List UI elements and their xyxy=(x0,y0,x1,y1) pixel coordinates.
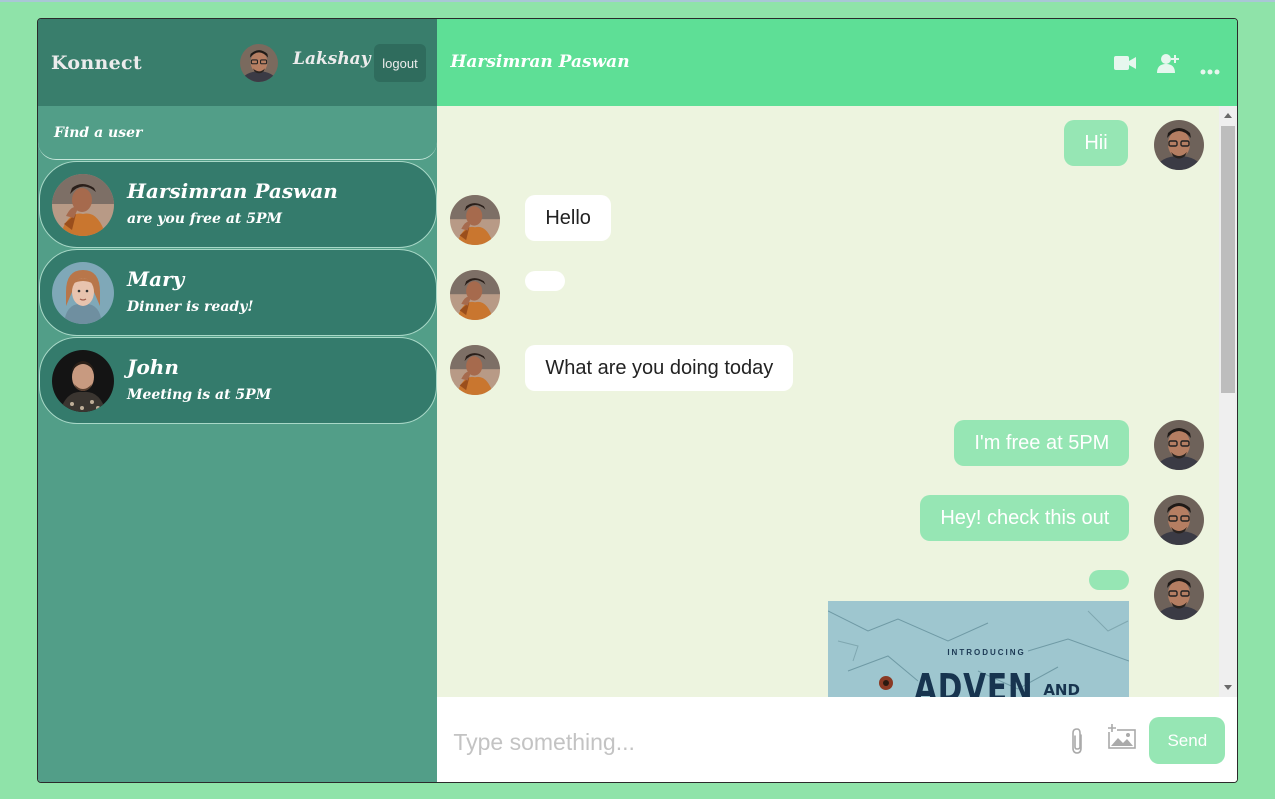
message-avatar xyxy=(1154,570,1205,620)
chat-panel: Harsimran Paswan Hii Hello What are you … xyxy=(437,19,1237,782)
message-avatar xyxy=(450,270,501,320)
user-name: Lakshay xyxy=(293,49,371,69)
message-composer: Send xyxy=(437,697,1237,782)
poster-text-introducing: INTRODUCING xyxy=(947,648,1026,657)
contact-item-harsimran[interactable]: Harsimran Paswan are you free at 5PM xyxy=(39,161,437,248)
chat-app: Konnect Lakshay logout Find a user Harsi… xyxy=(37,18,1238,783)
contact-item-mary[interactable]: Mary Dinner is ready! xyxy=(39,249,437,336)
contact-last-message: are you free at 5PM xyxy=(127,211,283,227)
message-list[interactable]: Hii Hello What are you doing today I'm f… xyxy=(437,106,1219,697)
scroll-down-arrow[interactable] xyxy=(1224,685,1233,690)
brand-logo: Konnect xyxy=(51,51,142,74)
contact-last-message: Dinner is ready! xyxy=(127,299,254,315)
sidebar-header: Konnect Lakshay logout xyxy=(38,19,438,106)
message-avatar xyxy=(1154,495,1205,545)
scroll-up-arrow[interactable] xyxy=(1224,113,1233,118)
contact-item-john[interactable]: John Meeting is at 5PM xyxy=(39,337,437,424)
message-avatar xyxy=(1154,120,1205,170)
contact-avatar xyxy=(52,262,114,324)
message-avatar xyxy=(450,195,501,245)
message-bubble-outgoing: Hii xyxy=(1064,120,1128,166)
find-user-input[interactable]: Find a user xyxy=(38,106,438,160)
contact-name: Mary xyxy=(127,267,185,291)
message-bubble-incoming: Hello xyxy=(525,195,611,241)
chat-header: Harsimran Paswan xyxy=(437,19,1237,106)
paperclip-icon[interactable] xyxy=(1069,727,1085,759)
user-avatar[interactable] xyxy=(240,44,278,82)
contact-name: John xyxy=(127,355,179,379)
message-bubble-outgoing: Hey! check this out xyxy=(920,495,1130,541)
sidebar: Konnect Lakshay logout Find a user Harsi… xyxy=(38,19,438,782)
window-top-border xyxy=(0,0,1275,2)
message-avatar xyxy=(1154,420,1205,470)
chat-title: Harsimran Paswan xyxy=(450,52,630,72)
contact-avatar xyxy=(52,350,114,412)
scrollbar-thumb[interactable] xyxy=(1221,126,1236,393)
add-image-icon[interactable] xyxy=(1107,724,1137,754)
add-user-icon[interactable] xyxy=(1157,53,1180,77)
more-options-icon[interactable] xyxy=(1200,60,1220,79)
poster-text-title: ADVEN xyxy=(914,666,1034,697)
message-avatar xyxy=(450,345,501,395)
message-bubble-outgoing xyxy=(1089,570,1130,590)
contact-last-message: Meeting is at 5PM xyxy=(127,387,272,403)
send-button[interactable]: Send xyxy=(1149,717,1226,764)
message-bubble-outgoing: I'm free at 5PM xyxy=(954,420,1130,466)
message-scrollbar[interactable] xyxy=(1219,106,1237,697)
contact-avatar xyxy=(52,174,114,236)
logout-button[interactable]: logout xyxy=(374,44,426,82)
message-bubble-incoming: What are you doing today xyxy=(525,345,794,391)
video-camera-icon[interactable] xyxy=(1114,55,1137,75)
contact-name: Harsimran Paswan xyxy=(127,179,338,203)
poster-text-and: AND xyxy=(1043,681,1080,697)
message-input[interactable] xyxy=(451,723,1016,761)
message-bubble-incoming xyxy=(525,271,566,291)
